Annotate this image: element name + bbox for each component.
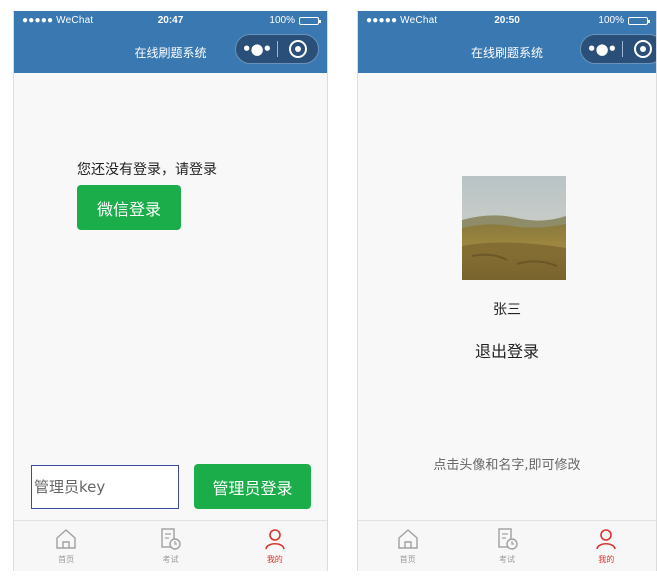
tab-bar: 首页 考试 我的 xyxy=(14,520,327,571)
tab-home[interactable]: 首页 xyxy=(358,521,457,571)
phone-screen-login: ●●●●● WeChat 20:47 100% 在线刷题系统 •●• 您还没有登… xyxy=(13,11,328,571)
battery-percent: 100% xyxy=(598,15,624,26)
battery-percent: 100% xyxy=(269,15,295,26)
nav-bar: 在线刷题系统 •●• xyxy=(358,31,656,73)
exam-icon xyxy=(161,528,182,550)
mini-program-capsule: •●• xyxy=(580,34,656,64)
tab-profile[interactable]: 我的 xyxy=(557,521,656,571)
exam-icon xyxy=(498,528,518,550)
login-content: 您还没有登录，请登录 微信登录 管理员登录 xyxy=(14,73,327,520)
status-bar: ●●●●● WeChat 20:47 100% xyxy=(14,11,327,31)
more-icon[interactable]: •●• xyxy=(236,40,277,58)
login-prompt: 您还没有登录，请登录 xyxy=(77,162,217,178)
close-target-icon xyxy=(633,40,652,58)
battery-icon xyxy=(299,16,321,25)
tab-exam[interactable]: 考试 xyxy=(118,521,222,571)
username[interactable]: 张三 xyxy=(358,299,656,319)
tab-label: 我的 xyxy=(598,555,615,564)
tab-label: 首页 xyxy=(58,555,75,564)
battery-indicator: 100% xyxy=(269,15,321,26)
tab-label: 考试 xyxy=(162,555,179,564)
tab-profile[interactable]: 我的 xyxy=(223,521,327,571)
nav-bar: 在线刷题系统 •●• xyxy=(14,31,327,73)
home-icon xyxy=(397,529,418,549)
phone-screen-profile: ●●●●● WeChat 20:50 100% 在线刷题系统 •●• 张三 退出… xyxy=(357,11,657,571)
close-mini-program-button[interactable] xyxy=(278,40,318,58)
logout-button[interactable]: 退出登录 xyxy=(358,338,656,362)
tab-exam[interactable]: 考试 xyxy=(457,521,556,571)
edit-hint: 点击头像和名字,即可修改 xyxy=(433,458,581,473)
avatar[interactable] xyxy=(462,176,566,280)
battery-icon xyxy=(628,16,650,25)
mini-program-capsule: •●• xyxy=(235,34,319,64)
admin-key-input[interactable] xyxy=(31,465,179,509)
tab-label: 考试 xyxy=(498,555,515,564)
wechat-login-button[interactable]: 微信登录 xyxy=(77,185,181,230)
home-icon xyxy=(56,529,76,549)
close-mini-program-button[interactable] xyxy=(623,40,656,58)
profile-icon xyxy=(596,529,617,550)
tab-label: 我的 xyxy=(266,555,283,564)
admin-login-button[interactable]: 管理员登录 xyxy=(194,464,311,509)
more-icon[interactable]: •●• xyxy=(581,40,622,58)
status-bar: ●●●●● WeChat 20:50 100% xyxy=(358,11,656,31)
profile-content: 张三 退出登录 点击头像和名字,即可修改 xyxy=(358,73,656,520)
tab-home[interactable]: 首页 xyxy=(14,521,118,571)
battery-indicator: 100% xyxy=(598,15,650,26)
close-target-icon xyxy=(288,40,307,58)
tab-label: 首页 xyxy=(399,555,416,564)
tab-bar: 首页 考试 我的 xyxy=(358,520,656,571)
profile-icon xyxy=(265,529,285,550)
